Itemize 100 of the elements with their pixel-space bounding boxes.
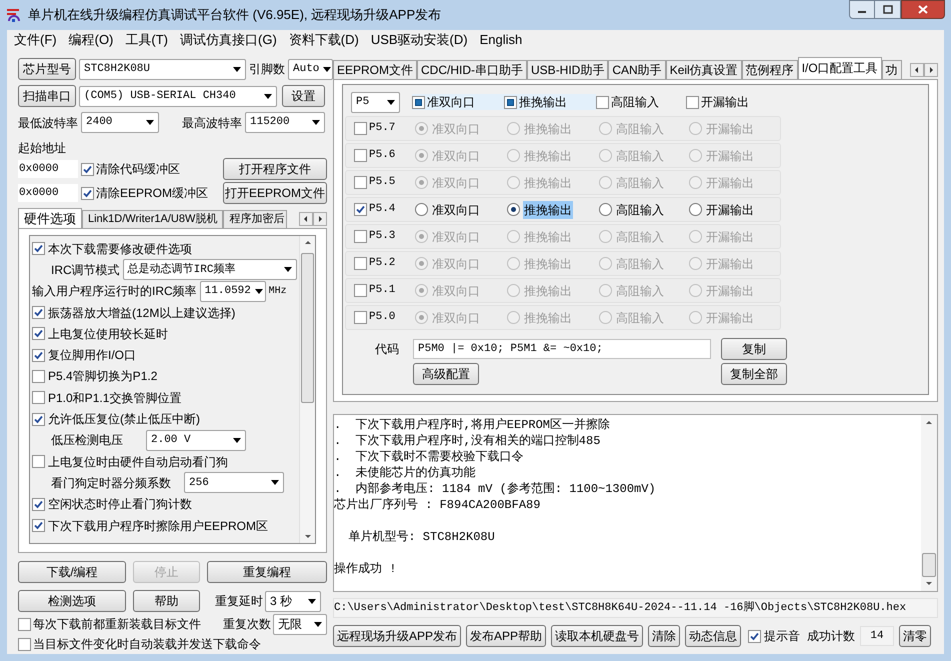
menu-item[interactable]: 工具(T): [121, 30, 172, 50]
radio-button[interactable]: [415, 284, 428, 297]
radio-button[interactable]: [415, 203, 428, 216]
dropdown[interactable]: 256: [184, 472, 284, 494]
radio-button[interactable]: [415, 311, 428, 324]
menu-item[interactable]: 调试仿真接口(G): [176, 30, 281, 50]
button[interactable]: 高级配置: [413, 363, 479, 385]
tab[interactable]: I/O口配置工具: [798, 57, 882, 79]
minimize-icon[interactable]: [849, 0, 875, 19]
button[interactable]: 帮助: [133, 590, 200, 612]
radio-button[interactable]: [415, 122, 428, 135]
address-field[interactable]: 0x0000: [18, 160, 78, 178]
radio-button[interactable]: [415, 230, 428, 243]
dropdown[interactable]: STC8H2K08U: [79, 58, 246, 80]
scroll-thumb[interactable]: [922, 553, 936, 577]
tab[interactable]: EEPROM文件: [333, 60, 418, 79]
checkbox[interactable]: [32, 519, 45, 532]
file-path-field[interactable]: C:\Users\Administrator\Desktop\test\STC8H8K64U-2024--11.14 -16脚\Objects\STC8H2K08U.hex: [333, 598, 938, 618]
button[interactable]: 芯片型号: [18, 58, 76, 80]
button[interactable]: 下载/编程: [18, 561, 126, 583]
dropdown[interactable]: 无限: [273, 614, 327, 634]
tab[interactable]: Keil仿真设置: [666, 60, 742, 79]
radio-button[interactable]: [689, 203, 702, 216]
checkbox[interactable]: [354, 176, 367, 189]
checkbox[interactable]: [32, 455, 45, 468]
radio-button[interactable]: [599, 284, 612, 297]
radio-button[interactable]: [507, 149, 520, 162]
checkbox[interactable]: [32, 370, 45, 383]
tab[interactable]: CAN助手: [608, 60, 666, 79]
tab[interactable]: 范例程序: [742, 60, 798, 79]
radio-button[interactable]: [599, 122, 612, 135]
checkbox[interactable]: [504, 96, 517, 108]
radio-button[interactable]: [599, 203, 612, 216]
tab[interactable]: 程序加密后: [223, 210, 288, 228]
button[interactable]: 打开程序文件: [223, 158, 327, 180]
button[interactable]: 检测选项: [18, 590, 126, 612]
checkbox[interactable]: [32, 498, 45, 511]
address-field[interactable]: 0x0000: [18, 184, 78, 202]
checkbox[interactable]: [32, 327, 45, 340]
radio-button[interactable]: [415, 176, 428, 189]
checkbox[interactable]: [354, 311, 367, 324]
dropdown[interactable]: (COM5) USB-SERIAL CH340: [79, 86, 277, 106]
dropdown[interactable]: 11.0592: [200, 280, 266, 302]
button[interactable]: 动态信息: [685, 625, 742, 647]
checkbox[interactable]: [32, 306, 45, 320]
tab[interactable]: CDC/HID-串口助手: [417, 60, 528, 79]
radio-button[interactable]: [689, 122, 702, 135]
button[interactable]: 远程现场升级APP发布: [333, 625, 462, 647]
radio-button[interactable]: [507, 230, 520, 243]
checkbox[interactable]: [32, 242, 45, 256]
button[interactable]: 打开EEPROM文件: [223, 182, 327, 204]
radio-button[interactable]: [507, 257, 520, 270]
button[interactable]: 设置: [282, 85, 325, 107]
button[interactable]: 复制全部: [721, 363, 787, 385]
checkbox[interactable]: [596, 96, 609, 108]
dropdown[interactable]: 2400: [81, 112, 159, 133]
radio-button[interactable]: [689, 149, 702, 162]
maximize-icon[interactable]: [875, 0, 901, 19]
scrollbar[interactable]: [921, 415, 937, 591]
menu-item[interactable]: English: [476, 30, 526, 50]
radio-button[interactable]: [599, 176, 612, 189]
button[interactable]: 复制: [721, 338, 787, 360]
button[interactable]: 清零: [899, 625, 932, 647]
button[interactable]: 扫描串口: [18, 85, 76, 107]
radio-button[interactable]: [507, 122, 520, 135]
tab[interactable]: 功: [882, 60, 902, 79]
tab[interactable]: Link1D/Writer1A/U8W脱机: [82, 210, 224, 228]
dropdown[interactable]: 115200: [245, 112, 325, 133]
dropdown[interactable]: Auto: [288, 58, 333, 80]
menu-item[interactable]: 资料下载(D): [284, 30, 363, 50]
checkbox[interactable]: [354, 149, 367, 162]
checkbox[interactable]: [32, 412, 45, 426]
radio-button[interactable]: [507, 176, 520, 189]
radio-button[interactable]: [599, 230, 612, 243]
checkbox[interactable]: [32, 348, 45, 362]
radio-button[interactable]: [689, 230, 702, 243]
radio-button[interactable]: [689, 176, 702, 189]
radio-button[interactable]: [599, 311, 612, 324]
checkbox[interactable]: [354, 203, 367, 216]
radio-button[interactable]: [599, 257, 612, 270]
tab[interactable]: 硬件选项: [18, 208, 82, 228]
scrollbar[interactable]: [299, 236, 315, 543]
button[interactable]: 清除: [648, 625, 680, 647]
button[interactable]: 发布APP帮助: [466, 625, 546, 647]
checkbox[interactable]: [686, 96, 699, 108]
checkbox[interactable]: [81, 162, 94, 176]
radio-button[interactable]: [415, 149, 428, 162]
checkbox[interactable]: [354, 284, 367, 297]
checkbox[interactable]: [18, 618, 31, 630]
code-field[interactable]: P5M0 |= 0x10; P5M1 &= ~0x10;: [413, 339, 711, 359]
radio-button[interactable]: [689, 311, 702, 324]
menu-item[interactable]: 文件(F): [10, 30, 61, 50]
close-icon[interactable]: [901, 0, 945, 19]
checkbox[interactable]: [748, 630, 762, 642]
radio-button[interactable]: [689, 284, 702, 297]
scroll-arrows-icon[interactable]: [910, 63, 938, 77]
radio-button[interactable]: [689, 257, 702, 270]
button[interactable]: 重复编程: [207, 561, 327, 583]
checkbox[interactable]: [18, 638, 31, 650]
dropdown[interactable]: 3 秒: [265, 590, 321, 612]
